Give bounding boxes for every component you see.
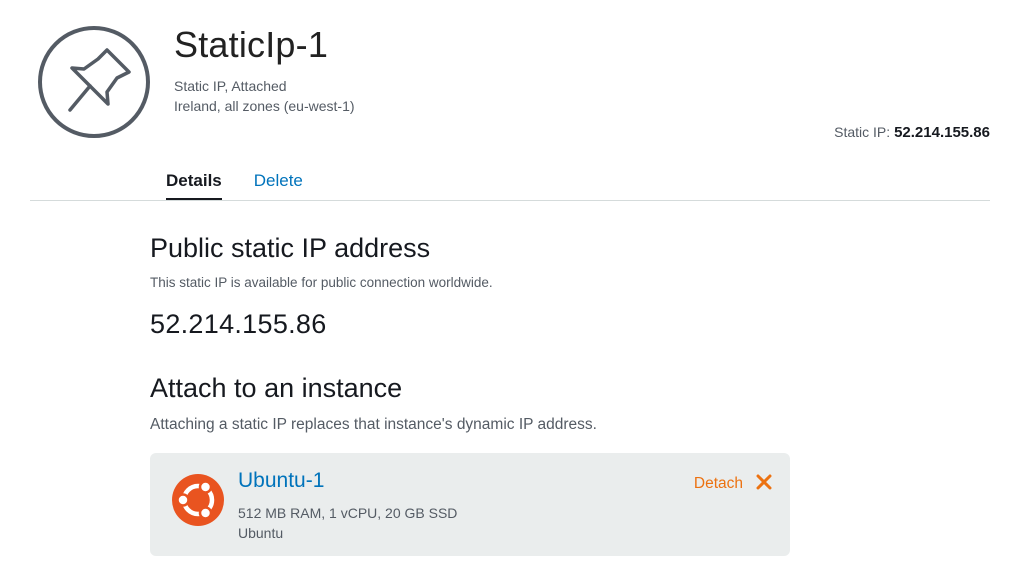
attached-instance-card: Ubuntu-1 512 MB RAM, 1 vCPU, 20 GB SSD U… bbox=[150, 453, 790, 556]
resource-subtitle: Static IP, Attached Ireland, all zones (… bbox=[174, 76, 355, 116]
tab-details[interactable]: Details bbox=[166, 171, 222, 201]
public-ip-heading: Public static IP address bbox=[150, 233, 431, 263]
instance-name-link[interactable]: Ubuntu-1 bbox=[238, 469, 324, 493]
close-icon[interactable] bbox=[756, 474, 772, 490]
instance-specs: 512 MB RAM, 1 vCPU, 20 GB SSD bbox=[238, 505, 458, 521]
resource-type-status: Static IP, Attached bbox=[174, 78, 287, 94]
pushpin-icon bbox=[37, 25, 151, 139]
tab-bar: Details Delete bbox=[166, 171, 303, 201]
attach-heading: Attach to an instance bbox=[150, 373, 403, 403]
page-title: StaticIp-1 bbox=[174, 24, 329, 65]
static-ip-summary: Static IP: 52.214.155.86 bbox=[834, 124, 990, 141]
ubuntu-logo-icon bbox=[172, 474, 224, 526]
public-ip-address: 52.214.155.86 bbox=[150, 309, 327, 339]
attach-description: Attaching a static IP replaces that inst… bbox=[150, 416, 597, 433]
tab-divider bbox=[30, 200, 990, 201]
detach-button[interactable]: Detach bbox=[694, 475, 743, 493]
tab-delete[interactable]: Delete bbox=[254, 171, 303, 201]
resource-location: Ireland, all zones (eu-west-1) bbox=[174, 98, 355, 114]
instance-os: Ubuntu bbox=[238, 525, 284, 541]
public-ip-description: This static IP is available for public c… bbox=[150, 275, 493, 290]
static-ip-summary-value: 52.214.155.86 bbox=[894, 124, 990, 141]
instance-details: 512 MB RAM, 1 vCPU, 20 GB SSD Ubuntu bbox=[238, 503, 457, 543]
static-ip-summary-label: Static IP: bbox=[834, 124, 891, 140]
